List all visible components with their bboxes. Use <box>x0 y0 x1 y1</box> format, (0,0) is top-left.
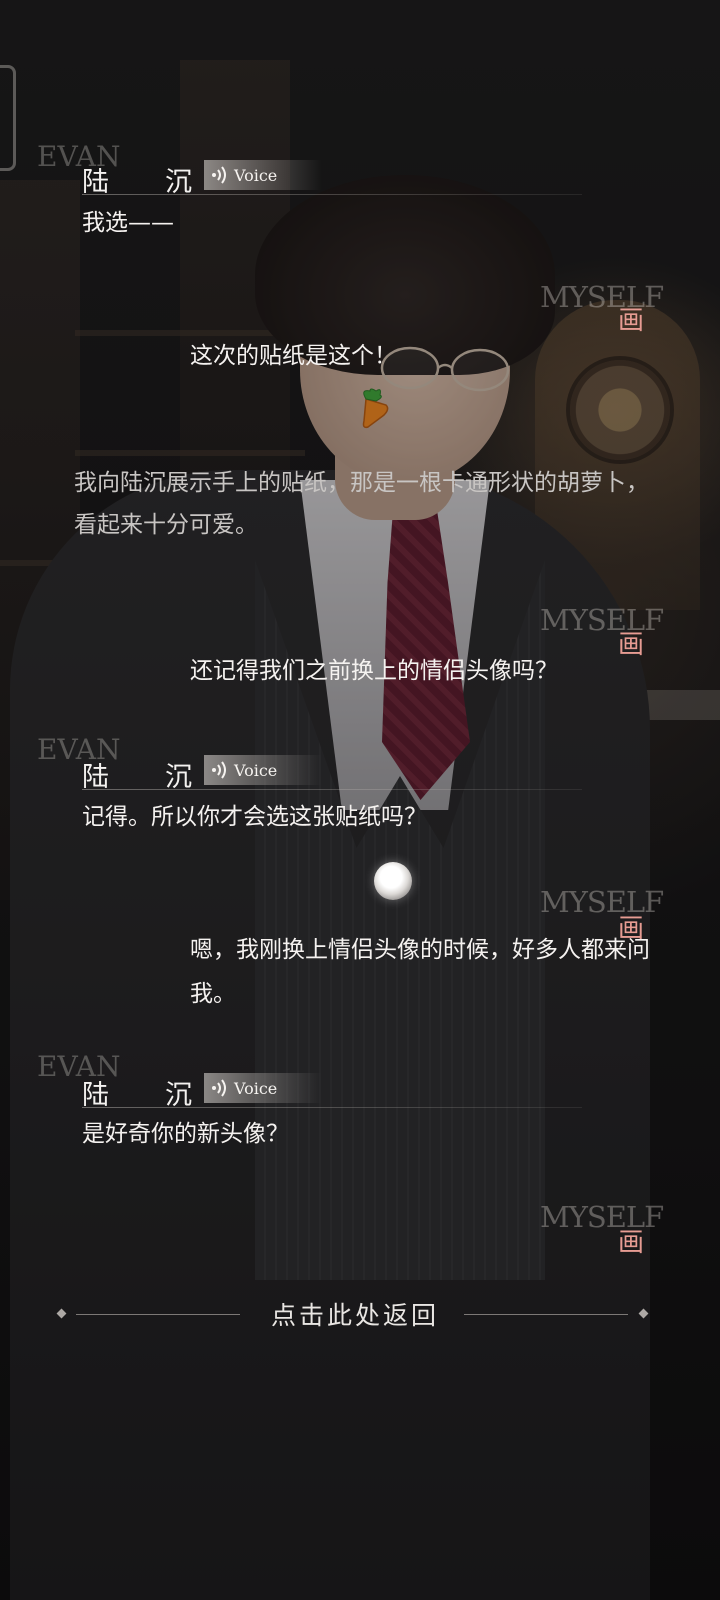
return-button[interactable]: 点击此处返回 <box>56 1292 652 1338</box>
voice-label: Voice <box>234 760 278 780</box>
voice-button[interactable]: Voice <box>204 160 322 190</box>
speaker-row: 陆 沉 Voice <box>82 160 642 198</box>
speaker-divider <box>82 789 582 790</box>
voice-label: Voice <box>234 165 278 185</box>
hua-watermark: 画 <box>618 306 645 336</box>
myself-watermark: MYSELF <box>540 280 664 314</box>
log-marker-dot[interactable] <box>374 862 412 900</box>
speaker-row: 陆 沉 Voice <box>82 755 642 793</box>
npc-dialogue-text: 记得。所以你才会选这张贴纸吗？ <box>82 804 427 830</box>
speaker-divider <box>82 1107 582 1108</box>
speaker-row: 陆 沉 Voice <box>82 1073 642 1111</box>
player-dialogue-text: 这次的贴纸是这个！ <box>190 343 397 369</box>
voice-button[interactable]: Voice <box>204 755 322 785</box>
narration-text: 我向陆沉展示手上的贴纸，那是一根卡通形状的胡萝卜，看起来十分可爱。 <box>74 470 649 538</box>
speaker-divider <box>82 194 582 195</box>
voice-wave-icon <box>212 1079 226 1097</box>
player-dialogue-text: 嗯，我刚换上情侣头像的时候，好多人都来问我。 <box>190 937 650 1007</box>
myself-watermark: MYSELF <box>540 1200 664 1234</box>
myself-watermark: MYSELF <box>540 885 664 919</box>
npc-dialogue-text: 是好奇你的新头像？ <box>82 1121 289 1147</box>
edge-marker <box>0 65 16 171</box>
return-line-right <box>464 1314 628 1315</box>
hua-watermark: 画 <box>618 1228 645 1258</box>
npc-dialogue-text: 我选—— <box>82 210 174 236</box>
voice-button[interactable]: Voice <box>204 1073 322 1103</box>
voice-wave-icon <box>212 761 226 779</box>
voice-label: Voice <box>234 1078 278 1098</box>
dialogue-log-screen: EVAN EVAN EVAN MYSELF 画 MYSELF 画 MYSELF … <box>0 0 720 1600</box>
player-dialogue-text: 还记得我们之前换上的情侣头像吗？ <box>190 658 558 684</box>
myself-watermark: MYSELF <box>540 603 664 637</box>
voice-wave-icon <box>212 166 226 184</box>
